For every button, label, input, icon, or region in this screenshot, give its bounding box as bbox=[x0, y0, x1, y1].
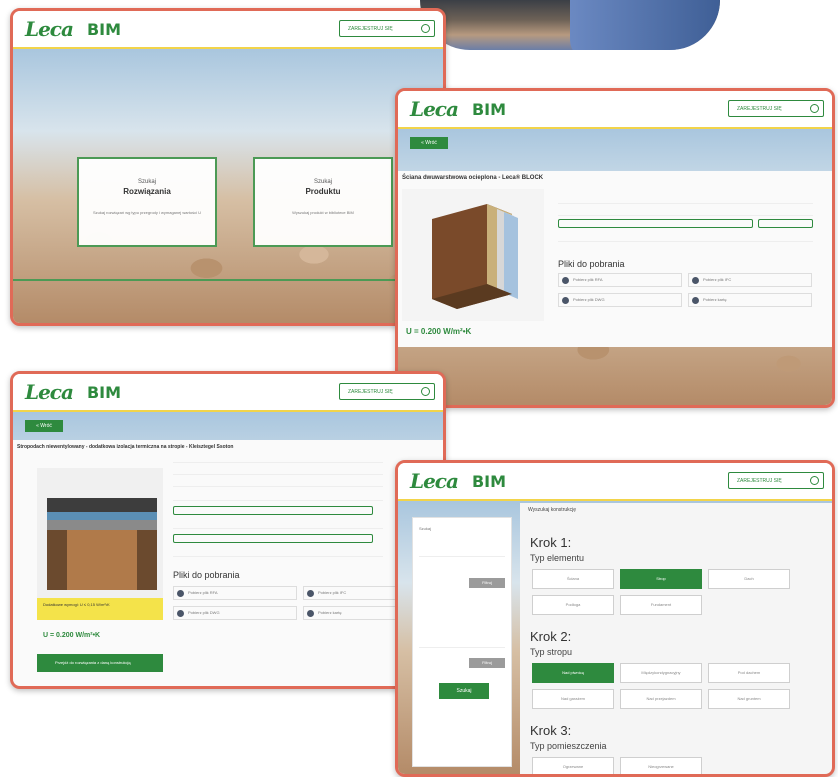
option-element[interactable]: Dach bbox=[708, 569, 790, 589]
top-bar: Leca BIM ZAREJESTRUJ SIĘ bbox=[13, 11, 443, 49]
step-3-type: Typ pomieszczenia bbox=[530, 741, 607, 751]
detail-panel: Stropodach niewentylowany - dodatkowa iz… bbox=[13, 440, 443, 686]
param-row bbox=[173, 548, 383, 557]
bim-label: BIM bbox=[471, 99, 507, 119]
filter-sidebar: Szukaj Filtruj Filtruj Szukaj bbox=[412, 517, 512, 767]
download-icon bbox=[562, 297, 569, 304]
param-row bbox=[558, 195, 813, 204]
screenshot-home: Leca BIM ZAREJESTRUJ SIĘ Szukaj Rozwiąza… bbox=[10, 8, 446, 326]
u-value: U = 0.200 W/m²•K bbox=[406, 327, 472, 336]
user-icon bbox=[421, 24, 430, 33]
card-solutions[interactable]: Szukaj Rozwiązania Szukaj rozwiązań wg t… bbox=[77, 157, 217, 247]
download-rfa[interactable]: Pobierz plik RFA bbox=[173, 586, 297, 600]
card-products[interactable]: Szukaj Produktu Wyszukaj produkt w bibli… bbox=[253, 157, 393, 247]
leca-logo[interactable]: Leca bbox=[25, 380, 74, 404]
option-element[interactable]: Ściana bbox=[532, 569, 614, 589]
steps-panel: Wyszukaj konstrukcję Krok 1: Typ element… bbox=[520, 503, 832, 774]
option-ceiling[interactable]: Pod dachem bbox=[708, 663, 790, 683]
solution-title: Ściana dwuwarstwowa ocieplona - Leca® BL… bbox=[402, 175, 544, 181]
download-ifc[interactable]: Pobierz plik IFC bbox=[688, 273, 812, 287]
option-element[interactable]: Fundament bbox=[620, 595, 702, 615]
download-dwg[interactable]: Pobierz plik DWG bbox=[173, 606, 297, 620]
param-row bbox=[173, 520, 383, 529]
download-dwg[interactable]: Pobierz plik DWG bbox=[558, 293, 682, 307]
option-ceiling[interactable]: Nad garażem bbox=[532, 689, 614, 709]
step-2-type: Typ stropu bbox=[530, 647, 573, 657]
param-row bbox=[558, 233, 813, 242]
option-element[interactable]: Podłoga bbox=[532, 595, 614, 615]
leca-logo[interactable]: Leca bbox=[410, 97, 459, 121]
screenshot-wall-solution: Leca BIM ZAREJESTRUJ SIĘ « Wróć Ściana d… bbox=[395, 88, 835, 408]
download-icon bbox=[692, 277, 699, 284]
top-bar: Leca BIM ZAREJESTRUJ SIĘ bbox=[398, 463, 832, 501]
back-button[interactable]: « Wróć bbox=[410, 137, 448, 149]
step-1-label: Krok 1: bbox=[530, 535, 572, 550]
download-card[interactable]: Pobierz kartę bbox=[688, 293, 812, 307]
param-row bbox=[173, 466, 383, 475]
files-heading: Pliki do pobrania bbox=[558, 259, 625, 269]
top-bar: Leca BIM ZAREJESTRUJ SIĘ bbox=[398, 91, 832, 129]
top-bar: Leca BIM ZAREJESTRUJ SIĘ bbox=[13, 374, 443, 412]
files-heading: Pliki do pobrania bbox=[173, 570, 240, 580]
person-icon bbox=[307, 610, 314, 617]
download-icon bbox=[307, 590, 314, 597]
param-select-value[interactable] bbox=[758, 219, 813, 228]
param-row bbox=[173, 454, 383, 463]
screenshot-roof-solution: Leca BIM ZAREJESTRUJ SIĘ « Wróć Stropoda… bbox=[10, 371, 446, 689]
option-element-selected[interactable]: Strop bbox=[620, 569, 702, 589]
option-room[interactable]: Ogrzewane bbox=[532, 757, 614, 774]
option-room[interactable]: Nieogrzewane bbox=[620, 757, 702, 774]
download-icon bbox=[177, 590, 184, 597]
register-button[interactable]: ZAREJESTRUJ SIĘ bbox=[728, 472, 824, 489]
option-ceiling[interactable]: Międzykondygnacyjny bbox=[620, 663, 702, 683]
user-icon bbox=[810, 104, 819, 113]
requirements-note: Dodatkowe wymogi: U ≤ 0,15 W/m²•K bbox=[37, 598, 163, 620]
u-value: U = 0.200 W/m²•K bbox=[43, 632, 101, 639]
download-icon bbox=[177, 610, 184, 617]
user-icon bbox=[421, 387, 430, 396]
filter-button-2[interactable]: Filtruj bbox=[469, 658, 505, 668]
solution-title: Stropodach niewentylowany - dodatkowa iz… bbox=[17, 444, 234, 450]
step-1-type: Typ elementu bbox=[530, 553, 585, 563]
search-button[interactable]: Szukaj bbox=[439, 683, 489, 699]
param-select[interactable] bbox=[173, 534, 373, 543]
filter-checklist[interactable] bbox=[419, 608, 505, 648]
header-photo bbox=[420, 0, 720, 50]
back-button[interactable]: « Wróć bbox=[25, 420, 63, 432]
download-rfa[interactable]: Pobierz plik RFA bbox=[558, 273, 682, 287]
leca-logo[interactable]: Leca bbox=[410, 469, 459, 493]
divider bbox=[13, 279, 443, 281]
filter-row[interactable] bbox=[419, 548, 505, 557]
bim-label: BIM bbox=[86, 382, 122, 402]
bim-label: BIM bbox=[471, 471, 507, 491]
param-select[interactable] bbox=[173, 506, 373, 515]
register-button[interactable]: ZAREJESTRUJ SIĘ bbox=[339, 383, 435, 400]
leca-logo[interactable]: Leca bbox=[25, 17, 74, 41]
param-row bbox=[173, 478, 383, 487]
product-image bbox=[37, 468, 163, 598]
register-button[interactable]: ZAREJESTRUJ SIĘ bbox=[728, 100, 824, 117]
param-row bbox=[173, 492, 383, 501]
step-2-label: Krok 2: bbox=[530, 629, 572, 644]
filter-button[interactable]: Filtruj bbox=[469, 578, 505, 588]
param-row bbox=[558, 207, 813, 216]
detail-panel: Ściana dwuwarstwowa ocieplona - Leca® BL… bbox=[398, 171, 832, 347]
screenshot-search-construction: Leca BIM ZAREJESTRUJ SIĘ Szukaj Filtruj … bbox=[395, 460, 835, 777]
product-image bbox=[402, 189, 544, 321]
person-icon bbox=[692, 297, 699, 304]
go-to-solution-button[interactable]: Przejdź do rozwiązania z daną konstrukcj… bbox=[37, 654, 163, 672]
download-icon bbox=[562, 277, 569, 284]
tab-search-construction[interactable]: Wyszukaj konstrukcję bbox=[528, 507, 576, 513]
step-3-label: Krok 3: bbox=[530, 723, 572, 738]
option-ceiling[interactable]: Nad gruntem bbox=[708, 689, 790, 709]
param-select[interactable] bbox=[558, 219, 753, 228]
bim-label: BIM bbox=[86, 19, 122, 39]
option-ceiling-selected[interactable]: Nad piwnicą bbox=[532, 663, 614, 683]
user-icon bbox=[810, 476, 819, 485]
option-ceiling[interactable]: Nad przejazdem bbox=[620, 689, 702, 709]
register-button[interactable]: ZAREJESTRUJ SIĘ bbox=[339, 20, 435, 37]
hero-image: Szukaj Rozwiązania Szukaj rozwiązań wg t… bbox=[13, 49, 443, 323]
